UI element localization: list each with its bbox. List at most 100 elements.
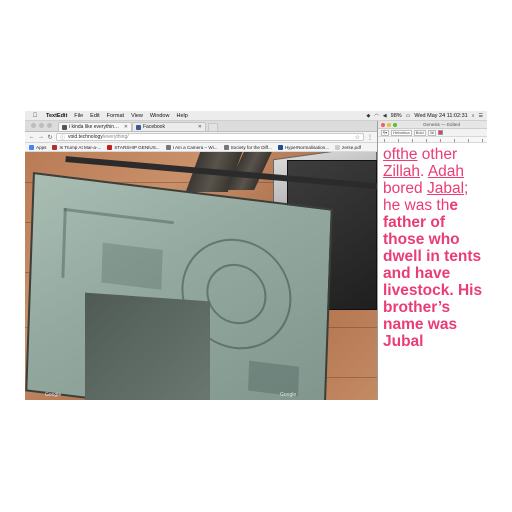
- ruler-tick: [426, 139, 427, 142]
- spotlight-icon[interactable]: ⌕: [472, 113, 475, 119]
- notification-center-icon[interactable]: ☰: [479, 113, 483, 119]
- menu-window[interactable]: Window: [150, 113, 170, 119]
- battery-percent[interactable]: 98%: [391, 113, 402, 119]
- bookmark-label: zerse.pdf: [342, 144, 361, 150]
- bookmark-apps[interactable]: Apps: [29, 144, 46, 150]
- bookmark-star-icon[interactable]: ☆: [355, 134, 360, 141]
- ruler-tick: [468, 139, 469, 142]
- close-tab-icon[interactable]: ✕: [124, 124, 128, 130]
- wikipedia-icon: [223, 144, 229, 150]
- circuit-trace: [63, 207, 174, 225]
- document-title: Genesis — Edited: [422, 122, 461, 127]
- browser-window: i kinda like everything right ✕ Facebook…: [25, 121, 377, 400]
- bookmark-hypernormalisation[interactable]: HyperNormalisation...: [277, 144, 330, 150]
- bookmark-trump-mar-a-lago[interactable]: Is Trump At Mar-a-...: [52, 144, 101, 150]
- ruler-tick: [482, 139, 483, 142]
- bookmark-label: HyperNormalisation...: [284, 144, 330, 150]
- font-family-select[interactable]: Helvetica: [391, 129, 412, 136]
- text-run: ofthe: [383, 146, 418, 163]
- menu-format[interactable]: Format: [107, 113, 124, 119]
- close-tab-icon[interactable]: ✕: [198, 124, 202, 130]
- new-tab-button[interactable]: [208, 123, 218, 131]
- ruler-tick: [412, 139, 413, 142]
- window-controls: [25, 123, 58, 131]
- text-run: bored: [383, 180, 427, 197]
- letterbox-bottom: [0, 400, 512, 512]
- text-line: he was the: [383, 197, 483, 214]
- zoom-window-button[interactable]: [393, 122, 397, 127]
- textedit-titlebar: Genesis — Edited: [378, 121, 487, 129]
- menu-view[interactable]: View: [131, 113, 143, 119]
- bookmark-starship-genius[interactable]: STARSHIP GENIUS...: [107, 144, 160, 150]
- browser-menu-icon[interactable]: ⋮: [367, 134, 373, 141]
- minimize-window-button[interactable]: [387, 122, 391, 127]
- minimize-window-button[interactable]: [39, 123, 44, 128]
- text-run: Jabal: [426, 180, 465, 197]
- font-size-select[interactable]: 36: [427, 129, 437, 136]
- desktop-screen:  TextEdit File Edit Format View Window …: [25, 111, 487, 400]
- apple-menu-icon[interactable]: : [31, 113, 39, 119]
- text-run: .: [420, 163, 428, 180]
- dropbox-icon[interactable]: ◆: [367, 113, 371, 119]
- ruler[interactable]: [378, 137, 487, 143]
- close-window-button[interactable]: [31, 123, 36, 128]
- close-window-button[interactable]: [381, 122, 385, 127]
- menu-file[interactable]: File: [74, 113, 83, 119]
- text-run: e: [449, 197, 458, 214]
- browser-toolbar: ← → ↻ ⓘ void.technology/everything/ ☆ ⋮: [25, 132, 377, 143]
- facebook-favicon-icon: [136, 124, 141, 130]
- tab-void-technology[interactable]: i kinda like everything right ✕: [58, 122, 132, 131]
- zoom-window-button[interactable]: [47, 123, 52, 128]
- menu-edit[interactable]: Edit: [90, 113, 99, 119]
- battery-icon: ▭: [405, 112, 411, 119]
- drive-shadow-region: [85, 292, 210, 400]
- youtube-icon: [107, 144, 113, 150]
- text-line: name was: [383, 316, 458, 333]
- google-attribution: Google: [45, 392, 62, 398]
- forward-arrow-icon[interactable]: →: [38, 134, 44, 140]
- url-host: void.technology: [68, 134, 103, 140]
- wikipedia-icon: [165, 144, 171, 150]
- apps-grid-icon: [29, 144, 34, 150]
- menu-bar-status: ◆ ◠ ◀ 98% ▭ Wed May 24 11:02:31 ⌕ ☰: [367, 113, 487, 119]
- text-color-swatch[interactable]: [438, 130, 444, 135]
- site-info-icon[interactable]: ⓘ: [60, 134, 65, 141]
- url-path: /everything/: [102, 134, 129, 140]
- address-bar[interactable]: ⓘ void.technology/everything/ ☆: [56, 133, 364, 141]
- ruler-tick: [454, 139, 455, 142]
- menu-help[interactable]: Help: [176, 113, 187, 119]
- tab-label: Facebook: [143, 124, 165, 130]
- menu-app-name[interactable]: TextEdit: [46, 113, 67, 119]
- reload-icon[interactable]: ↻: [47, 134, 53, 141]
- text-line: brother’s: [383, 299, 451, 316]
- bookmark-i-am-a-camera[interactable]: I Am a Camera – Wi...: [165, 144, 218, 150]
- clock[interactable]: Wed May 24 11:02:31: [414, 113, 467, 119]
- bookmark-favicon-icon: [277, 144, 283, 150]
- paragraph-style-menu[interactable]: ¶▾: [381, 129, 390, 136]
- menu-bar:  TextEdit File Edit Format View Window …: [25, 111, 487, 121]
- font-weight-select[interactable]: Bold: [413, 129, 426, 136]
- bookmark-label: I Am a Camera – Wi...: [172, 144, 218, 150]
- bookmark-favicon-icon: [52, 144, 58, 150]
- textedit-window: Genesis — Edited ¶▾ Helvetica Bold 36 of…: [377, 121, 487, 400]
- bookmark-label: Society for the Diff...: [230, 144, 272, 150]
- street-view-canvas[interactable]: Google Google: [25, 152, 377, 400]
- wifi-icon[interactable]: ◠: [374, 113, 378, 119]
- text-line: ofthe other: [383, 146, 483, 163]
- text-line: father of: [383, 214, 445, 231]
- bookmark-label: STARSHIP GENIUS...: [114, 144, 160, 150]
- text-run: he was th: [383, 197, 450, 214]
- bookmark-zerse-pdf[interactable]: zerse.pdf: [335, 144, 361, 150]
- tab-label: i kinda like everything right: [69, 124, 122, 130]
- volume-icon[interactable]: ◀: [383, 113, 387, 119]
- ruler-tick: [440, 139, 441, 142]
- tab-facebook[interactable]: Facebook ✕: [132, 122, 206, 131]
- tab-favicon-icon: [62, 124, 67, 130]
- letterbox-top: [0, 0, 512, 111]
- back-arrow-icon[interactable]: ←: [29, 134, 35, 140]
- document-text-area[interactable]: ofthe other Zillah. Adah bored Jabal; he…: [378, 143, 487, 350]
- format-bar: ¶▾ Helvetica Bold 36: [378, 129, 487, 137]
- text-run: Zillah: [383, 163, 421, 180]
- bookmark-society-for-the-diff[interactable]: Society for the Diff...: [223, 144, 272, 150]
- text-line: Jubal: [383, 333, 424, 350]
